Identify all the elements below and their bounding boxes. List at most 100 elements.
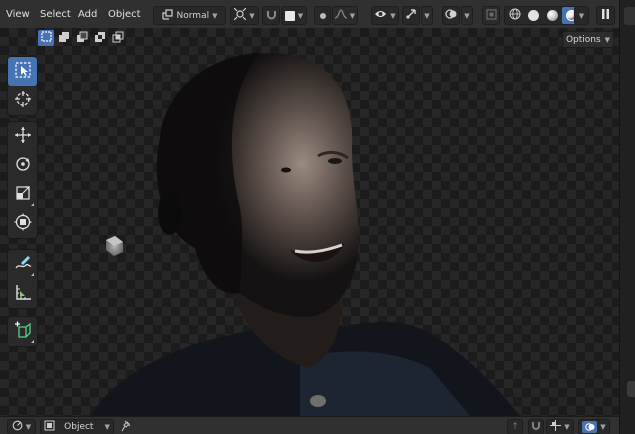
select-box-icon: [14, 61, 32, 82]
gizmo-toggle[interactable]: [402, 6, 420, 25]
chevron-down-icon: ▼: [564, 423, 570, 431]
chevron-down-icon: ▼: [464, 11, 470, 20]
transform-icon: [14, 213, 32, 234]
select-mode-subtract-button[interactable]: [74, 30, 90, 46]
annotate-pencil-icon: [14, 254, 32, 275]
tool-transform[interactable]: [8, 209, 37, 238]
tool-annotate[interactable]: [8, 250, 37, 279]
tool-group-annotate: [7, 249, 38, 309]
scale-icon: [14, 184, 32, 205]
falloff-dropdown[interactable]: ▼: [332, 6, 358, 25]
gizmo-dropdown[interactable]: ▼: [421, 6, 433, 25]
pivot-point-dropdown[interactable]: ▼: [230, 6, 259, 25]
proportional-editing-icon: [319, 12, 326, 19]
tool-add-cube[interactable]: [8, 317, 37, 346]
pin-icon[interactable]: [121, 420, 133, 434]
magnet-icon: [266, 9, 277, 23]
tool-group-select: [7, 56, 38, 116]
tool-scale[interactable]: [8, 180, 37, 209]
snap-vertex-icon: [550, 420, 562, 434]
tool-rotate[interactable]: [8, 151, 37, 180]
select-intersect-icon: [112, 31, 124, 46]
snap-target-dropdown[interactable]: ▼: [281, 6, 307, 25]
move-arrows-icon: [14, 126, 32, 147]
select-difference-icon: [94, 31, 106, 46]
mode-label: Object: [64, 422, 94, 432]
shading-solid-button[interactable]: [524, 7, 543, 24]
pause-render-button[interactable]: [596, 6, 615, 25]
mode-dropdown[interactable]: Object ▼: [40, 419, 114, 434]
bottom-header: ▼ Object ▼ ↑ ▼ ▼: [0, 416, 619, 434]
bottom-overlay-dropdown[interactable]: ▼: [578, 419, 610, 434]
chevron-down-icon: ▼: [604, 35, 611, 44]
shading-material-preview-button[interactable]: [543, 7, 562, 24]
solid-sphere-icon: [528, 10, 539, 21]
select-subtract-icon: [76, 31, 88, 46]
overlays-toggle[interactable]: [442, 6, 460, 25]
tool-measure[interactable]: [8, 279, 37, 308]
shading-options-dropdown[interactable]: ▼: [574, 6, 589, 25]
select-mode-intersect-button[interactable]: [110, 30, 126, 46]
chevron-down-icon: ▼: [424, 11, 430, 20]
3d-viewport[interactable]: Options ▼: [0, 28, 619, 416]
overlays-dropdown[interactable]: ▼: [461, 6, 473, 25]
arrow-up-icon: ↑: [511, 422, 519, 432]
editor-type-dropdown[interactable]: ▼: [7, 419, 36, 434]
tool-group-add: [7, 316, 38, 347]
sidebar-toggle[interactable]: [624, 7, 635, 25]
select-extend-icon: [58, 31, 70, 46]
select-set-icon: [40, 31, 52, 45]
add-cube-icon: [14, 321, 32, 342]
sidebar-edge: [619, 0, 635, 434]
options-label: Options: [565, 34, 601, 45]
overlays-icon: [445, 8, 457, 23]
chevron-down-icon: ▼: [600, 423, 606, 431]
shading-wireframe-button[interactable]: [505, 7, 524, 24]
tool-select-box[interactable]: [8, 57, 37, 86]
pivot-icon: [233, 7, 247, 23]
chevron-down-icon: ▼: [25, 423, 32, 431]
eye-icon: [374, 9, 387, 22]
xray-toggle[interactable]: [482, 6, 500, 25]
snap-increment-icon: [284, 10, 295, 21]
material-sphere-icon: [547, 10, 558, 21]
menu-select[interactable]: Select: [40, 9, 71, 20]
rotate-icon: [14, 155, 32, 176]
select-mode-difference-button[interactable]: [92, 30, 108, 46]
chevron-down-icon: ▼: [249, 11, 255, 20]
select-mode-extend-button[interactable]: [56, 30, 72, 46]
gizmo-icon: [405, 8, 417, 23]
measure-ruler-icon: [14, 283, 32, 304]
chevron-down-icon: ▼: [349, 11, 356, 20]
falloff-curve-icon: [334, 9, 347, 22]
chevron-down-icon: ▼: [390, 11, 396, 20]
chevron-down-icon: ▼: [104, 423, 110, 431]
select-mode-group: [38, 30, 126, 47]
pause-icon: [601, 9, 610, 22]
cursor-icon: [14, 90, 32, 111]
shading-mode-group: [504, 6, 582, 25]
orientation-label: Normal: [176, 10, 210, 21]
chevron-down-icon: ▼: [297, 11, 304, 20]
wireframe-sphere-icon: [509, 8, 521, 23]
tool-cursor[interactable]: [8, 86, 37, 115]
xray-icon: [485, 8, 497, 23]
proportional-editing-toggle[interactable]: [314, 6, 331, 25]
viewport-editor-icon: [12, 420, 23, 434]
tool-move[interactable]: [8, 122, 37, 151]
bottom-snap-dropdown[interactable]: ▼: [546, 419, 574, 434]
orientation-up-button[interactable]: ↑: [507, 419, 523, 434]
select-mode-set-button[interactable]: [38, 30, 54, 46]
options-dropdown[interactable]: Options ▼: [562, 31, 614, 48]
menu-view[interactable]: View: [6, 9, 30, 20]
snap-toggle[interactable]: [262, 6, 280, 25]
chevron-down-icon: ▼: [212, 11, 218, 20]
transform-orientation-dropdown[interactable]: Normal ▼: [153, 6, 226, 25]
visibility-dropdown[interactable]: ▼: [371, 6, 399, 25]
sidebar-tab[interactable]: [627, 381, 635, 397]
tool-group-transform: [7, 121, 38, 239]
bottom-snap-toggle[interactable]: [528, 419, 544, 434]
menu-add[interactable]: Add: [78, 9, 97, 20]
magnet-icon: [531, 421, 541, 434]
menu-object[interactable]: Object: [108, 9, 141, 20]
